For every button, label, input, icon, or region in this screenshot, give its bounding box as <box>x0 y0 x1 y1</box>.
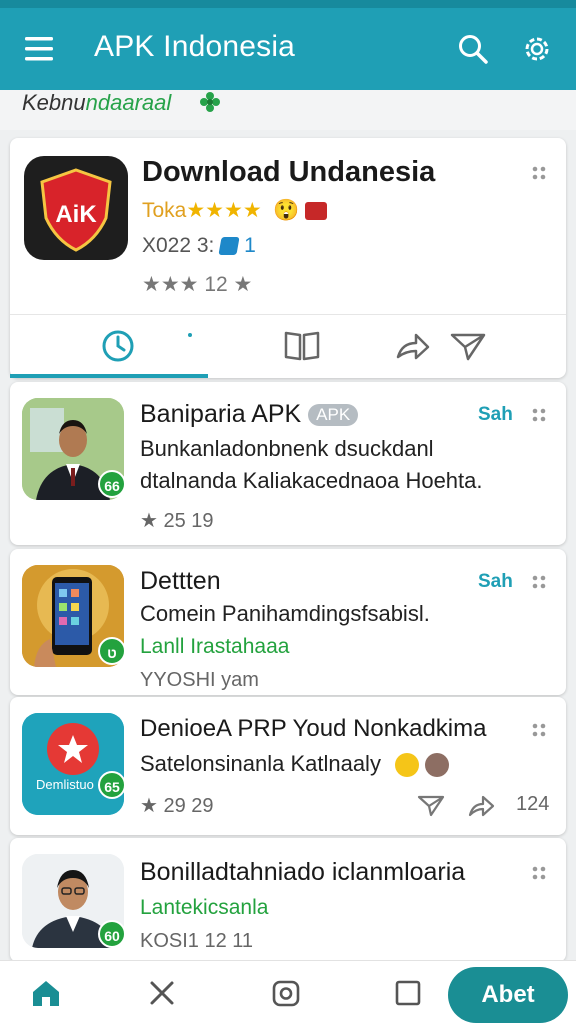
list-item[interactable]: 66 Baniparia APK APK Sah Bunkanladonbnen… <box>10 382 566 545</box>
share-icon[interactable] <box>466 791 496 819</box>
more-icon[interactable] <box>530 406 548 424</box>
item-description-line-1: Bunkanladonbnenk dsuckdanl <box>140 436 434 461</box>
share-tab-icon[interactable] <box>390 325 434 365</box>
book-tab-icon[interactable] <box>280 325 324 365</box>
item-action-link[interactable]: Sah <box>478 404 513 426</box>
item-title[interactable]: Bonilladtahniado iclanmloaria <box>140 858 465 887</box>
item-meta: YYOSHI yam <box>140 669 259 691</box>
gift-icon <box>305 202 328 221</box>
subheader-label: Kebnundaaraal <box>22 90 172 115</box>
search-icon[interactable] <box>456 32 490 66</box>
fab-button[interactable]: Abet <box>448 967 568 1023</box>
emoji-face-icon <box>395 753 420 778</box>
clock-tab-icon[interactable] <box>96 325 140 365</box>
featured-icon-text: AiK <box>55 201 97 228</box>
item-meta: ★ 25 19 <box>140 510 214 532</box>
camera-icon[interactable] <box>270 977 302 1009</box>
featured-title[interactable]: Download Undanesia <box>142 156 435 189</box>
square-icon[interactable] <box>392 977 424 1009</box>
app-title: APK Indonesia <box>94 30 296 63</box>
home-icon[interactable] <box>30 977 62 1009</box>
status-badge: 66 <box>98 470 126 498</box>
active-tab-indicator <box>10 374 208 378</box>
featured-meta: X022 3: 1 <box>142 234 256 257</box>
featured-app-icon: AiK <box>24 156 128 260</box>
subheader: Kebnundaaraal <box>0 90 576 130</box>
share-count: 124 <box>516 793 550 815</box>
status-badge: 60 <box>98 920 126 948</box>
edit-icon <box>218 237 240 256</box>
item-developer: Lantekicsanla <box>140 896 269 919</box>
flower-icon <box>200 92 220 112</box>
send-icon[interactable] <box>416 791 446 819</box>
item-action-link[interactable]: Sah <box>478 571 513 593</box>
status-badge: ט <box>98 637 126 665</box>
item-title[interactable]: Dettten <box>140 567 221 596</box>
featured-subtitle: Toka★★★★ 😲 <box>142 198 328 223</box>
info-dot-icon[interactable] <box>180 325 200 365</box>
featured-tabs <box>10 314 566 378</box>
menu-icon[interactable] <box>22 34 58 64</box>
status-strip <box>0 0 576 8</box>
star-logo-icon <box>22 713 124 815</box>
item-title[interactable]: DenioeA PRP Youd Nonkadkima <box>140 715 486 743</box>
item-meta: KOSI1 12 11 <box>140 930 254 952</box>
more-icon[interactable] <box>530 864 548 882</box>
item-developer: Lanll Irastahaaa <box>140 635 290 658</box>
shield-icon: AiK <box>40 168 112 252</box>
item-meta: ★ 29 29 <box>140 795 214 817</box>
list-item[interactable]: ט Dettten Sah Comein Panihamdingsfsabisl… <box>10 549 566 695</box>
bottom-navigation: Abet <box>0 960 576 1024</box>
more-icon[interactable] <box>530 164 548 182</box>
app-thumbnail <box>22 713 124 815</box>
status-badge: 65 <box>98 771 126 799</box>
list-item[interactable]: Demlistuo 65 DenioeA PRP Youd Nonkadkima… <box>10 697 566 835</box>
send-tab-icon[interactable] <box>446 325 490 365</box>
apk-tag: APK <box>308 404 359 427</box>
close-icon[interactable] <box>146 977 178 1009</box>
featured-rating: ★★★ 12 ★ <box>142 273 253 296</box>
emoji-face: 😲 <box>273 199 300 222</box>
item-description-line-2: dtalnanda Kaliakacednaoa Hoehta. <box>140 468 483 493</box>
item-description-line-1: Satelonsinanla Katlnaaly <box>140 751 450 778</box>
app-bar: APK Indonesia <box>0 0 576 90</box>
more-icon[interactable] <box>530 573 548 591</box>
more-icon[interactable] <box>530 721 548 739</box>
thumb-label: Demlistuo <box>36 777 94 792</box>
item-description-line-1: Comein Panihamdingsfsabisl. <box>140 601 430 626</box>
item-title[interactable]: Baniparia APK APK <box>140 400 359 429</box>
list-item[interactable]: 60 Bonilladtahniado iclanmloaria Lanteki… <box>10 838 566 962</box>
gear-icon[interactable] <box>520 32 554 66</box>
avatar <box>425 753 450 778</box>
featured-app-card[interactable]: AiK Download Undanesia Toka★★★★ 😲 X022 3… <box>10 138 566 378</box>
